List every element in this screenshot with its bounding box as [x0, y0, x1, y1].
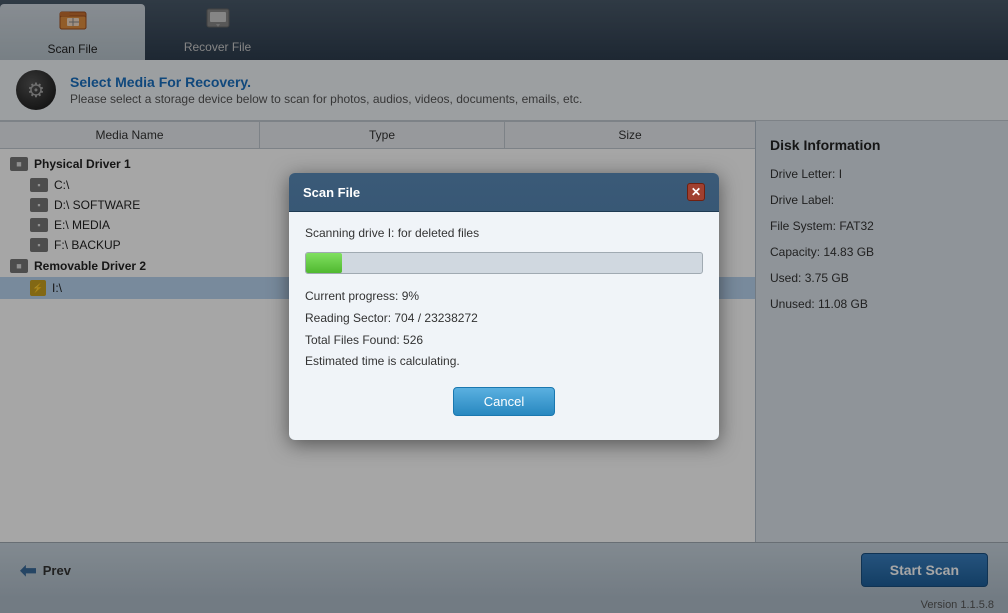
cancel-button[interactable]: Cancel	[453, 387, 555, 416]
scan-dialog: Scan File ✕ Scanning drive I: for delete…	[289, 173, 719, 439]
progress-bar-fill	[306, 253, 342, 273]
estimated-time-text: Estimated time is calculating.	[305, 351, 703, 373]
progress-bar-background	[305, 252, 703, 274]
modal-header: Scan File ✕	[289, 173, 719, 212]
reading-sector-text: Reading Sector: 704 / 23238272	[305, 308, 703, 330]
modal-progress-info: Current progress: 9% Reading Sector: 704…	[305, 286, 703, 372]
modal-close-button[interactable]: ✕	[687, 183, 705, 201]
modal-footer: Cancel	[305, 387, 703, 426]
current-progress-text: Current progress: 9%	[305, 286, 703, 308]
modal-title: Scan File	[303, 185, 360, 200]
modal-body: Scanning drive I: for deleted files Curr…	[289, 212, 719, 439]
total-files-text: Total Files Found: 526	[305, 330, 703, 352]
modal-overlay: Scan File ✕ Scanning drive I: for delete…	[0, 0, 1008, 613]
modal-scanning-text: Scanning drive I: for deleted files	[305, 226, 703, 240]
